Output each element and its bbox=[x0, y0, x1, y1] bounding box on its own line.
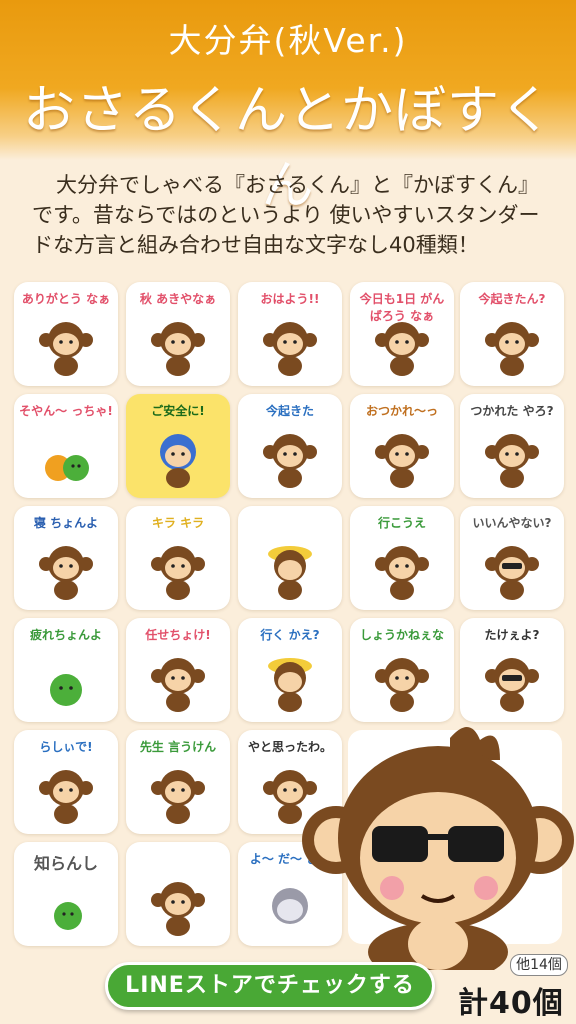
sticker-tile[interactable]: 任せちょけ! bbox=[126, 618, 230, 722]
monkey-icon bbox=[151, 882, 205, 936]
sticker-caption: いいんやない? bbox=[472, 516, 552, 530]
sticker-caption: そやん〜 っちゃ! bbox=[19, 404, 113, 418]
monkey-icon bbox=[375, 658, 429, 712]
monkey-icon bbox=[39, 322, 93, 376]
sticker-tile[interactable]: ご安全に! bbox=[126, 394, 230, 498]
sticker-tile[interactable] bbox=[238, 506, 342, 610]
monkey-icon bbox=[151, 322, 205, 376]
sticker-caption: 寝 ちょんよ bbox=[33, 516, 99, 530]
sticker-tile[interactable]: 今起きたん? bbox=[460, 282, 564, 386]
sticker-caption: 先生 言うけん bbox=[139, 740, 217, 754]
sticker-caption: ありがとう なぁ bbox=[21, 292, 111, 306]
sticker-tile[interactable] bbox=[126, 842, 230, 946]
kabosu-icon bbox=[45, 455, 89, 481]
sticker-tile[interactable]: おはよう!! bbox=[238, 282, 342, 386]
sticker-tile[interactable]: 今起きた bbox=[238, 394, 342, 498]
sticker-caption: 任せちょけ! bbox=[145, 628, 211, 642]
monkey-icon bbox=[485, 546, 539, 600]
sticker-caption: らしぃで! bbox=[39, 740, 93, 754]
monkey-icon bbox=[485, 322, 539, 376]
monkey-icon bbox=[263, 322, 317, 376]
sticker-caption: 今起きた bbox=[265, 404, 314, 418]
kabosu-icon bbox=[50, 674, 82, 706]
sticker-tile[interactable]: おつかれ〜っ bbox=[350, 394, 454, 498]
sticker-caption: 行く かえ? bbox=[260, 628, 320, 642]
sticker-caption: つかれた やろ? bbox=[470, 404, 554, 418]
monkey-icon bbox=[485, 658, 539, 712]
monkey-icon bbox=[39, 546, 93, 600]
monkey-icon bbox=[151, 658, 205, 712]
total-count: 計40個 bbox=[458, 986, 564, 1021]
monkey-icon bbox=[160, 434, 196, 488]
sticker-tile[interactable]: 先生 言うけん bbox=[126, 730, 230, 834]
monkey-with-hat-icon bbox=[268, 658, 312, 712]
sticker-caption: 行こうえ bbox=[377, 516, 426, 530]
sticker-caption: ご安全に! bbox=[151, 404, 205, 418]
sticker-tile[interactable]: 行く かえ? bbox=[238, 618, 342, 722]
sticker-caption: おはよう!! bbox=[260, 292, 320, 306]
monkey-sunglasses-icon bbox=[302, 726, 574, 970]
line-store-button[interactable]: LINEストアでチェックする bbox=[105, 962, 435, 1010]
sticker-tile[interactable]: キラ キラ bbox=[126, 506, 230, 610]
sticker-caption: 秋 あきやなぁ bbox=[139, 292, 217, 306]
sticker-caption: おつかれ〜っ bbox=[365, 404, 438, 418]
sticker-caption: 知らんし bbox=[33, 854, 98, 873]
sticker-tile[interactable]: らしぃで! bbox=[14, 730, 118, 834]
sticker-tile[interactable]: 疲れちょんよ bbox=[14, 618, 118, 722]
sticker-caption: 今起きたん? bbox=[478, 292, 546, 306]
monkey-icon bbox=[375, 434, 429, 488]
sticker-caption: キラ キラ bbox=[151, 516, 205, 530]
monkey-icon bbox=[485, 434, 539, 488]
sticker-tile[interactable]: 知らんし bbox=[14, 842, 118, 946]
sticker-tile[interactable]: しょうかねぇな bbox=[350, 618, 454, 722]
sticker-caption: 疲れちょんよ bbox=[29, 628, 102, 642]
sticker-tile[interactable]: つかれた やろ? bbox=[460, 394, 564, 498]
sticker-tile[interactable]: たけぇよ? bbox=[460, 618, 564, 722]
sticker-count: 他14個 計40個 bbox=[452, 954, 570, 1021]
monkey-icon bbox=[375, 322, 429, 376]
sticker-tile[interactable]: 今日も1日 がんばろう なぁ bbox=[350, 282, 454, 386]
sticker-tile[interactable]: 寝 ちょんよ bbox=[14, 506, 118, 610]
sticker-caption: しょうかねぇな bbox=[359, 628, 444, 642]
sticker-tile[interactable]: いいんやない? bbox=[460, 506, 564, 610]
monkey-with-hat-icon bbox=[268, 546, 312, 600]
kabosu-icon bbox=[54, 902, 82, 930]
sticker-tile[interactable]: そやん〜 っちゃ! bbox=[14, 394, 118, 498]
monkey-icon bbox=[151, 546, 205, 600]
sticker-tile[interactable]: 行こうえ bbox=[350, 506, 454, 610]
other-count-badge: 他14個 bbox=[510, 954, 568, 976]
monkey-icon bbox=[375, 546, 429, 600]
monkey-icon bbox=[263, 434, 317, 488]
monkey-icon bbox=[39, 770, 93, 824]
sticker-tile[interactable]: 秋 あきやなぁ bbox=[126, 282, 230, 386]
monkey-icon bbox=[151, 770, 205, 824]
sticker-tile[interactable]: ありがとう なぁ bbox=[14, 282, 118, 386]
sticker-caption: たけぇよ? bbox=[484, 628, 540, 642]
